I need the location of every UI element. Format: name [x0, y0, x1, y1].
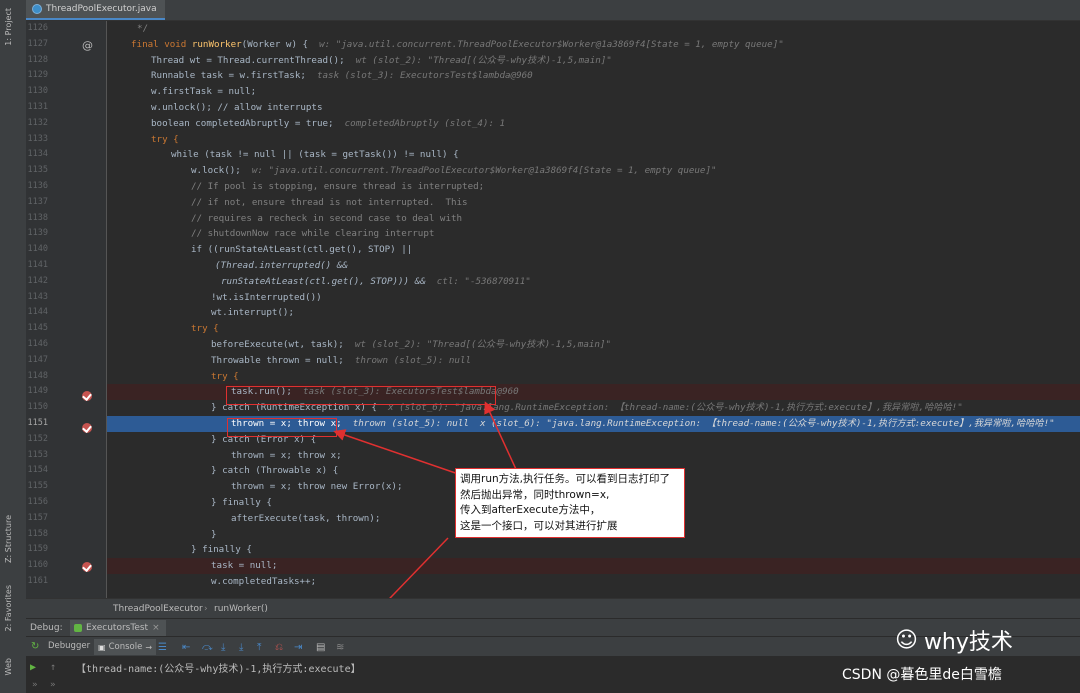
- breadcrumb-class[interactable]: ThreadPoolExecutor: [113, 604, 203, 614]
- scroll-up-icon[interactable]: ↑: [50, 662, 56, 673]
- evaluate-expression-icon[interactable]: ▤: [316, 640, 325, 654]
- resume-icon[interactable]: ▶: [30, 662, 36, 673]
- annotation-arrows: [333, 401, 521, 655]
- breadcrumb: ThreadPoolExecutor › runWorker(): [26, 598, 1080, 619]
- close-icon[interactable]: ×: [152, 623, 160, 633]
- drop-frame-icon[interactable]: ⎌: [275, 640, 283, 654]
- debug-session-tab[interactable]: ExecutorsTest ×: [70, 620, 166, 636]
- more-icon[interactable]: »: [50, 680, 55, 690]
- breadcrumb-method[interactable]: runWorker(): [214, 604, 268, 614]
- step-into-icon[interactable]: ⤓: [221, 640, 225, 654]
- annotation-callout: 调用run方法,执行任务。可以看到日志打印了 然后抛出异常，同时thrown=x…: [455, 468, 685, 538]
- debugger-tab[interactable]: Debugger: [48, 641, 90, 651]
- console-icon: ▣: [98, 642, 106, 652]
- more-icon[interactable]: »: [32, 680, 37, 690]
- trace-icon[interactable]: ≋: [336, 640, 344, 654]
- run-config-icon: [74, 624, 82, 632]
- breadcrumb-separator-icon: ›: [204, 604, 208, 614]
- watermark-csdn: CSDN @暮色里de白雪檐: [842, 667, 1002, 683]
- console-tab-label: Console: [108, 642, 143, 652]
- debug-session-label: ExecutorsTest: [86, 623, 149, 633]
- show-execution-point-icon[interactable]: ⇤: [182, 640, 190, 654]
- arrow-to-task-run: [484, 401, 521, 479]
- run-to-cursor-icon[interactable]: ⇥: [294, 640, 302, 654]
- menu-icon[interactable]: ☰: [158, 640, 167, 654]
- console-tab[interactable]: ▣ Console →: [94, 639, 157, 655]
- debug-label: Debug:: [30, 623, 63, 633]
- console-output-line: 【thread-name:(公众号-why技术)-1,执行方式:execute】: [76, 664, 361, 675]
- restore-layout-icon: →: [145, 642, 153, 652]
- watermark-brand: ☺ why技术: [895, 624, 1013, 656]
- arrow-to-thrown: [333, 429, 471, 479]
- force-step-into-icon[interactable]: ⤓: [239, 640, 243, 654]
- step-out-icon[interactable]: ⤒: [257, 640, 261, 654]
- rerun-icon[interactable]: ↻: [31, 641, 39, 652]
- step-over-icon[interactable]: ⤼: [202, 640, 213, 654]
- wechat-icon: ☺: [895, 627, 918, 653]
- watermark-brand-text: why技术: [923, 630, 1013, 655]
